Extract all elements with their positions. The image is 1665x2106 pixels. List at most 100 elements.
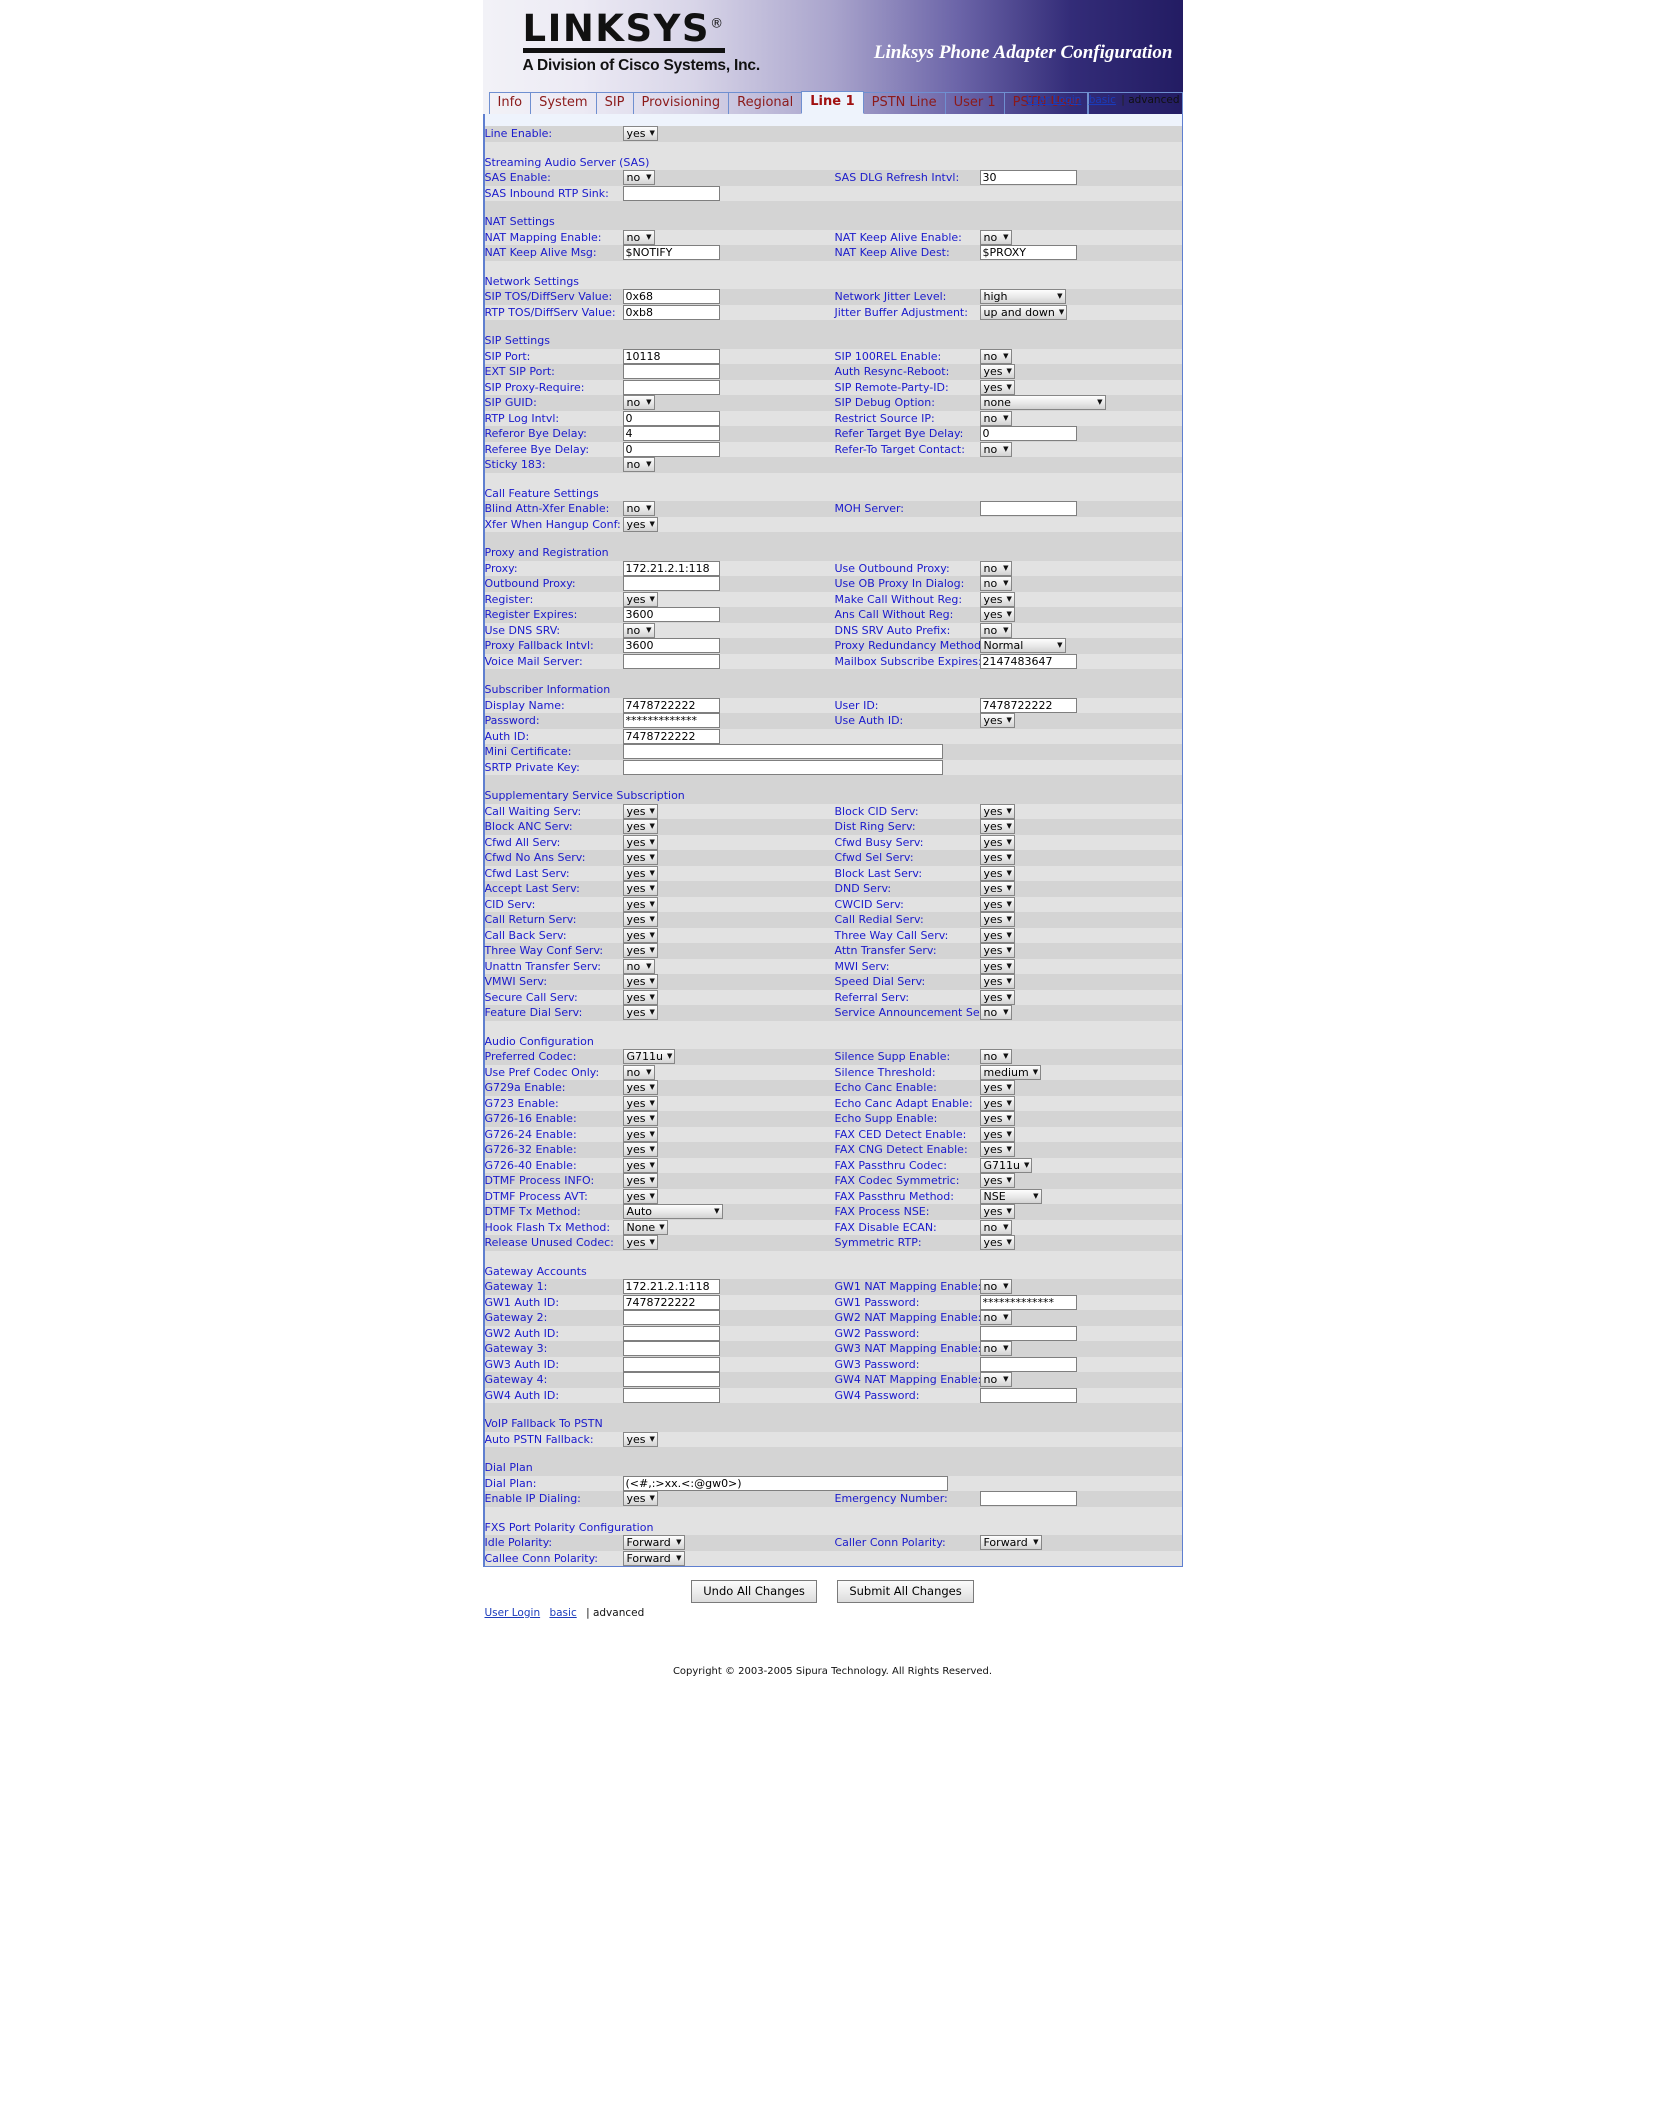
jitter-buffer-adjustment-select[interactable]: up and down ▼ bbox=[979, 304, 1068, 320]
g726-32-enable-select[interactable]: yes ▼ bbox=[622, 1142, 658, 1158]
user-id-input[interactable] bbox=[979, 697, 1077, 713]
callee-conn-polarity-select[interactable]: Forward ▼ bbox=[622, 1550, 685, 1566]
gw4-password-input[interactable] bbox=[979, 1387, 1077, 1403]
voice-mail-server-input[interactable] bbox=[622, 653, 720, 669]
call-back-serv-select[interactable]: yes ▼ bbox=[622, 927, 658, 943]
secure-call-serv-select[interactable]: yes ▼ bbox=[622, 989, 658, 1005]
preferred-codec-select[interactable]: G711u ▼ bbox=[622, 1049, 676, 1065]
echo-canc-enable-select[interactable]: yes ▼ bbox=[979, 1080, 1015, 1096]
use-auth-id-select[interactable]: yes ▼ bbox=[979, 713, 1015, 729]
sas-dlg-refresh-intvl-input[interactable] bbox=[979, 170, 1077, 186]
sip-remote-party-id-select[interactable]: yes ▼ bbox=[979, 379, 1015, 395]
auto-pstn-fallback-select[interactable]: yes ▼ bbox=[622, 1431, 658, 1447]
mailbox-subscribe-expires-input[interactable] bbox=[979, 653, 1077, 669]
tab-user-1[interactable]: User 1 bbox=[944, 92, 1005, 114]
outbound-proxy-input[interactable] bbox=[622, 576, 720, 592]
proxy-fallback-intvl-input[interactable] bbox=[622, 638, 720, 654]
call-waiting-serv-select[interactable]: yes ▼ bbox=[622, 803, 658, 819]
vmwi-serv-select[interactable]: yes ▼ bbox=[622, 974, 658, 990]
hook-flash-tx-method-select[interactable]: None ▼ bbox=[622, 1219, 668, 1235]
three-way-call-serv-select[interactable]: yes ▼ bbox=[979, 927, 1015, 943]
service-announcement-serv-select[interactable]: no ▼ bbox=[979, 1005, 1012, 1021]
attn-transfer-serv-select[interactable]: yes ▼ bbox=[979, 943, 1015, 959]
dtmf-tx-method-select[interactable]: Auto ▼ bbox=[622, 1204, 723, 1220]
accept-last-serv-select[interactable]: yes ▼ bbox=[622, 881, 658, 897]
register-expires-input[interactable] bbox=[622, 607, 720, 623]
gateway-1-input[interactable] bbox=[622, 1279, 720, 1295]
tab-regional[interactable]: Regional bbox=[728, 92, 803, 114]
fax-passthru-method-select[interactable]: NSE ▼ bbox=[979, 1188, 1042, 1204]
dist-ring-serv-select[interactable]: yes ▼ bbox=[979, 819, 1015, 835]
cwcid-serv-select[interactable]: yes ▼ bbox=[979, 896, 1015, 912]
gw1-password-input[interactable] bbox=[979, 1294, 1077, 1310]
symmetric-rtp-select[interactable]: yes ▼ bbox=[979, 1235, 1015, 1251]
block-cid-serv-select[interactable]: yes ▼ bbox=[979, 803, 1015, 819]
block-anc-serv-select[interactable]: yes ▼ bbox=[622, 819, 658, 835]
idle-polarity-select[interactable]: Forward ▼ bbox=[622, 1535, 685, 1551]
gateway-4-input[interactable] bbox=[622, 1372, 720, 1388]
sip-tosdiffserv-value-input[interactable] bbox=[622, 289, 720, 305]
feature-dial-serv-select[interactable]: yes ▼ bbox=[622, 1005, 658, 1021]
undo-all-changes-button[interactable]: Undo All Changes bbox=[691, 1580, 817, 1603]
ext-sip-port-input[interactable] bbox=[622, 364, 720, 380]
proxy-input[interactable] bbox=[622, 560, 720, 576]
dial-plan-input[interactable] bbox=[622, 1475, 948, 1491]
tab-sip[interactable]: SIP bbox=[595, 92, 634, 114]
tab-provisioning[interactable]: Provisioning bbox=[632, 92, 730, 114]
fax-cng-detect-enable-select[interactable]: yes ▼ bbox=[979, 1142, 1015, 1158]
call-return-serv-select[interactable]: yes ▼ bbox=[622, 912, 658, 928]
gw1-auth-id-input[interactable] bbox=[622, 1294, 720, 1310]
auth-id-input[interactable] bbox=[622, 728, 720, 744]
make-call-without-reg-select[interactable]: yes ▼ bbox=[979, 591, 1015, 607]
tab-system[interactable]: System bbox=[530, 92, 597, 114]
srtp-private-key-input[interactable] bbox=[622, 759, 943, 775]
sip-debug-option-select[interactable]: none ▼ bbox=[979, 395, 1106, 411]
use-dns-srv-select[interactable]: no ▼ bbox=[622, 622, 655, 638]
gw4-nat-mapping-enable-select[interactable]: no ▼ bbox=[979, 1372, 1012, 1388]
sip-guid-select[interactable]: no ▼ bbox=[622, 395, 655, 411]
g726-24-enable-select[interactable]: yes ▼ bbox=[622, 1126, 658, 1142]
cfwd-last-serv-select[interactable]: yes ▼ bbox=[622, 865, 658, 881]
silence-threshold-select[interactable]: medium ▼ bbox=[979, 1064, 1042, 1080]
line-enable-select[interactable]: yes ▼ bbox=[622, 126, 658, 142]
refer-to-target-contact-select[interactable]: no ▼ bbox=[979, 441, 1012, 457]
dtmf-process-info-select[interactable]: yes ▼ bbox=[622, 1173, 658, 1189]
footer-basic-view-link[interactable]: basic bbox=[549, 1607, 576, 1619]
release-unused-codec-select[interactable]: yes ▼ bbox=[622, 1235, 658, 1251]
echo-supp-enable-select[interactable]: yes ▼ bbox=[979, 1111, 1015, 1127]
moh-server-input[interactable] bbox=[979, 501, 1077, 517]
gw4-auth-id-input[interactable] bbox=[622, 1387, 720, 1403]
sas-enable-select[interactable]: no ▼ bbox=[622, 170, 655, 186]
blind-attn-xfer-enable-select[interactable]: no ▼ bbox=[622, 501, 655, 517]
gateway-3-input[interactable] bbox=[622, 1341, 720, 1357]
mini-certificate-input[interactable] bbox=[622, 744, 943, 760]
g726-16-enable-select[interactable]: yes ▼ bbox=[622, 1111, 658, 1127]
referral-serv-select[interactable]: yes ▼ bbox=[979, 989, 1015, 1005]
dtmf-process-avt-select[interactable]: yes ▼ bbox=[622, 1188, 658, 1204]
tab-info[interactable]: Info bbox=[488, 92, 532, 114]
tab-line-1[interactable]: Line 1 bbox=[801, 91, 864, 114]
footer-user-login-link[interactable]: User Login bbox=[485, 1607, 541, 1619]
ans-call-without-reg-select[interactable]: yes ▼ bbox=[979, 607, 1015, 623]
use-pref-codec-only-select[interactable]: no ▼ bbox=[622, 1064, 655, 1080]
register-select[interactable]: yes ▼ bbox=[622, 591, 658, 607]
footer-advanced-view-link[interactable]: advanced bbox=[593, 1607, 644, 1619]
advanced-view-link[interactable]: advanced bbox=[1128, 94, 1179, 106]
gw2-nat-mapping-enable-select[interactable]: no ▼ bbox=[979, 1310, 1012, 1326]
g723-enable-select[interactable]: yes ▼ bbox=[622, 1095, 658, 1111]
refer-target-bye-delay-input[interactable] bbox=[979, 426, 1077, 442]
cfwd-all-serv-select[interactable]: yes ▼ bbox=[622, 834, 658, 850]
unattn-transfer-serv-select[interactable]: no ▼ bbox=[622, 958, 655, 974]
tab-pstn-line[interactable]: PSTN Line bbox=[862, 92, 946, 114]
gw3-auth-id-input[interactable] bbox=[622, 1356, 720, 1372]
password-input[interactable] bbox=[622, 713, 720, 729]
nat-keep-alive-msg-input[interactable] bbox=[622, 245, 720, 261]
nat-keep-alive-enable-select[interactable]: no ▼ bbox=[979, 229, 1012, 245]
dnd-serv-select[interactable]: yes ▼ bbox=[979, 881, 1015, 897]
gw3-password-input[interactable] bbox=[979, 1356, 1077, 1372]
emergency-number-input[interactable] bbox=[979, 1491, 1077, 1507]
g729a-enable-select[interactable]: yes ▼ bbox=[622, 1080, 658, 1096]
sip-100rel-enable-select[interactable]: no ▼ bbox=[979, 348, 1012, 364]
proxy-redundancy-method-select[interactable]: Normal ▼ bbox=[979, 638, 1066, 654]
speed-dial-serv-select[interactable]: yes ▼ bbox=[979, 974, 1015, 990]
